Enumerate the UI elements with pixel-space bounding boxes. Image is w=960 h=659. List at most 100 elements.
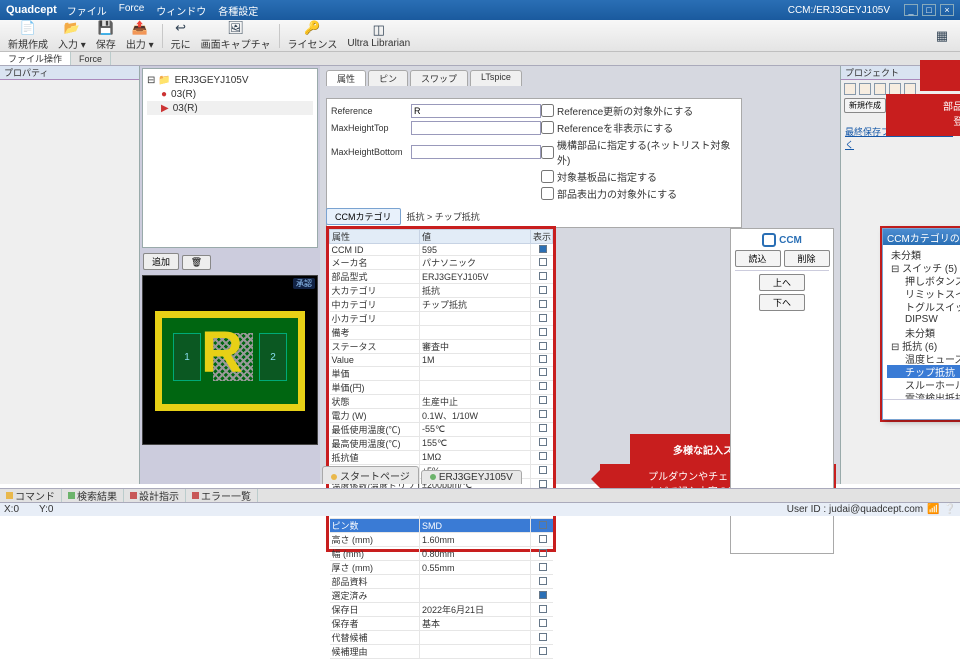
- square-icon: [130, 492, 137, 499]
- ccm-tree-item[interactable]: トグルスイッチ: [887, 300, 960, 313]
- attr-row[interactable]: 部品型式ERJ3GEYJ105V: [330, 270, 553, 284]
- project-icon[interactable]: [874, 83, 886, 95]
- project-icon[interactable]: [859, 83, 871, 95]
- attr-row[interactable]: 小カテゴリ: [330, 312, 553, 326]
- tab-ltspice[interactable]: LTspice: [470, 70, 522, 86]
- square-icon: [192, 492, 199, 499]
- tab-swap[interactable]: スワップ: [410, 70, 468, 86]
- attr-row[interactable]: 抵抗値1MΩ: [330, 450, 553, 464]
- ccm-down-button[interactable]: 下へ: [759, 294, 805, 311]
- attr-row[interactable]: メーカ名パナソニック: [330, 256, 553, 270]
- opt-mech[interactable]: 機構部品に指定する(ネットリスト対象外): [541, 137, 737, 167]
- ccm-category-button[interactable]: CCMカテゴリ: [326, 208, 401, 225]
- ultralib-icon: ◫: [373, 22, 385, 38]
- attr-row[interactable]: 候補理由: [330, 645, 553, 659]
- col-val: 値: [420, 230, 531, 244]
- ribbon-license[interactable]: 🔑ライセンス: [284, 22, 342, 50]
- attr-row[interactable]: 単価(円): [330, 380, 553, 394]
- btab-search[interactable]: 検索結果: [62, 489, 124, 503]
- status-sync-icon[interactable]: 📶: [927, 504, 939, 515]
- doctab-part[interactable]: ERJ3GEYJ105V: [421, 470, 522, 484]
- document-tabs: スタートページ ERJ3GEYJ105V: [320, 468, 522, 484]
- component-tree[interactable]: ⊟ 📁ERJ3GEYJ105V ●03(R) ▶03(R): [142, 68, 318, 248]
- attr-row[interactable]: 中カテゴリチップ抵抗: [330, 298, 553, 312]
- status-bar: X:0 Y:0 User ID : judai@quadcept.com 📶 ❔: [0, 502, 960, 516]
- tab-attributes[interactable]: 属性: [326, 70, 366, 86]
- footprint-preview[interactable]: 承認 1 2 R: [142, 275, 318, 445]
- status-help-icon[interactable]: ❔: [944, 504, 956, 515]
- attr-row[interactable]: 単価: [330, 366, 553, 380]
- attr-row[interactable]: 最低使用温度(℃)-55℃: [330, 422, 553, 436]
- tree-item-selected[interactable]: ▶03(R): [147, 101, 313, 115]
- reference-input[interactable]: [411, 104, 541, 118]
- project-new-button[interactable]: 新規作成: [844, 98, 886, 113]
- maxheightbottom-input[interactable]: [411, 145, 541, 159]
- attr-row[interactable]: 選定済み: [330, 589, 553, 603]
- minimize-button[interactable]: _: [904, 4, 918, 16]
- btab-instructions[interactable]: 設計指示: [124, 489, 186, 503]
- menu-window[interactable]: ウィンドウ: [156, 3, 206, 18]
- ribbon-save[interactable]: 💾保存: [92, 22, 120, 50]
- close-button[interactable]: ×: [940, 4, 954, 16]
- property-panel-header: プロパティ: [0, 66, 139, 80]
- maximize-button[interactable]: □: [922, 4, 936, 16]
- attr-row[interactable]: 保存者基本: [330, 617, 553, 631]
- tree-column: ⊟ 📁ERJ3GEYJ105V ●03(R) ▶03(R) 追加 🗑 承認 1 …: [140, 66, 320, 484]
- opt-target-board[interactable]: 対象基板品に指定する: [541, 169, 737, 184]
- attr-row[interactable]: 代替候補: [330, 631, 553, 645]
- ccm-delete-button[interactable]: 削除: [784, 250, 830, 267]
- doctab-start[interactable]: スタートページ: [322, 466, 419, 484]
- project-icon[interactable]: [844, 83, 856, 95]
- ccm-tree-item[interactable]: 電流検出抵抗: [887, 391, 960, 399]
- attr-row[interactable]: 高さ (mm)1.60mm: [330, 533, 553, 547]
- remove-button[interactable]: 🗑: [182, 255, 211, 270]
- component-graphic: 1 2 R: [155, 311, 305, 411]
- ribbon-apps[interactable]: ▦: [928, 22, 956, 50]
- attr-row[interactable]: 厚さ (mm)0.55mm: [330, 561, 553, 575]
- ribbon-undo[interactable]: ↩元に: [167, 22, 195, 50]
- tab-pins[interactable]: ピン: [368, 70, 408, 86]
- ribbon-capture[interactable]: 🖼画面キャプチャ: [197, 22, 275, 50]
- btab-errors[interactable]: エラー一覧: [186, 489, 258, 503]
- center-panel: 属性 ピン スワップ LTspice Reference Reference更新…: [320, 66, 840, 484]
- menu-force[interactable]: Force: [119, 3, 145, 18]
- attr-row[interactable]: ステータス審査中: [330, 340, 553, 354]
- tab-fileop[interactable]: ファイル操作: [0, 52, 71, 65]
- attr-row[interactable]: 電力 (W)0.1W、1/10W: [330, 408, 553, 422]
- attr-row[interactable]: CCM ID595: [330, 244, 553, 256]
- ccm-up-button[interactable]: 上へ: [759, 274, 805, 291]
- detail-tabs: 属性 ピン スワップ LTspice: [326, 70, 840, 86]
- attr-row[interactable]: 部品資料: [330, 575, 553, 589]
- approve-badge[interactable]: 承認: [293, 278, 315, 289]
- ribbon-new[interactable]: 📄新規作成: [4, 22, 52, 50]
- attr-row[interactable]: 状態生産中止: [330, 394, 553, 408]
- attr-row[interactable]: 幅 (mm)0.80mm: [330, 547, 553, 561]
- ccm-dialog-tree[interactable]: 未分類⊟ スイッチ (5)押しボタンスイッチリミットスイッチトグルスイッチDIP…: [883, 245, 960, 399]
- status-user: User ID : judai@quadcept.com: [787, 504, 923, 515]
- main-area: プロパティ ⊟ 📁ERJ3GEYJ105V ●03(R) ▶03(R) 追加 🗑…: [0, 66, 960, 484]
- ribbon-ultralib[interactable]: ◫Ultra Librarian: [343, 22, 414, 50]
- opt-bom-exclude[interactable]: 部品表出力の対象外にする: [541, 186, 737, 201]
- attr-row[interactable]: 大カテゴリ抵抗: [330, 284, 553, 298]
- attr-row[interactable]: 最高使用温度(℃)155℃: [330, 436, 553, 450]
- tree-root[interactable]: ⊟ 📁ERJ3GEYJ105V: [147, 73, 313, 87]
- opt-ref-hide[interactable]: Referenceを非表示にする: [541, 120, 737, 135]
- attr-row[interactable]: 備考: [330, 326, 553, 340]
- menu-settings[interactable]: 各種設定: [218, 3, 258, 18]
- attr-row[interactable]: Value1M: [330, 354, 553, 366]
- ccm-read-button[interactable]: 読込: [735, 250, 781, 267]
- ribbon-input[interactable]: 📂入力 ▾: [54, 22, 90, 50]
- ccm-dialog-header[interactable]: CCMカテゴリの選択 ×: [883, 229, 960, 245]
- add-button[interactable]: 追加: [143, 253, 179, 270]
- maxheighttop-input[interactable]: [411, 121, 541, 135]
- attr-row[interactable]: 保存日2022年6月21日: [330, 603, 553, 617]
- tree-item[interactable]: ●03(R): [147, 87, 313, 101]
- menu-file[interactable]: ファイル: [67, 3, 107, 18]
- ribbon-output[interactable]: 📤出力 ▾: [122, 22, 158, 50]
- btab-command[interactable]: コマンド: [0, 489, 62, 503]
- opt-ref-exclude[interactable]: Reference更新の対象外にする: [541, 103, 737, 118]
- attr-row[interactable]: ピン数SMD: [330, 519, 553, 533]
- capture-icon: 🖼: [227, 20, 244, 36]
- tab-force[interactable]: Force: [71, 52, 111, 65]
- app-path: CCM:/ERJ3GEYJ105V: [788, 5, 890, 16]
